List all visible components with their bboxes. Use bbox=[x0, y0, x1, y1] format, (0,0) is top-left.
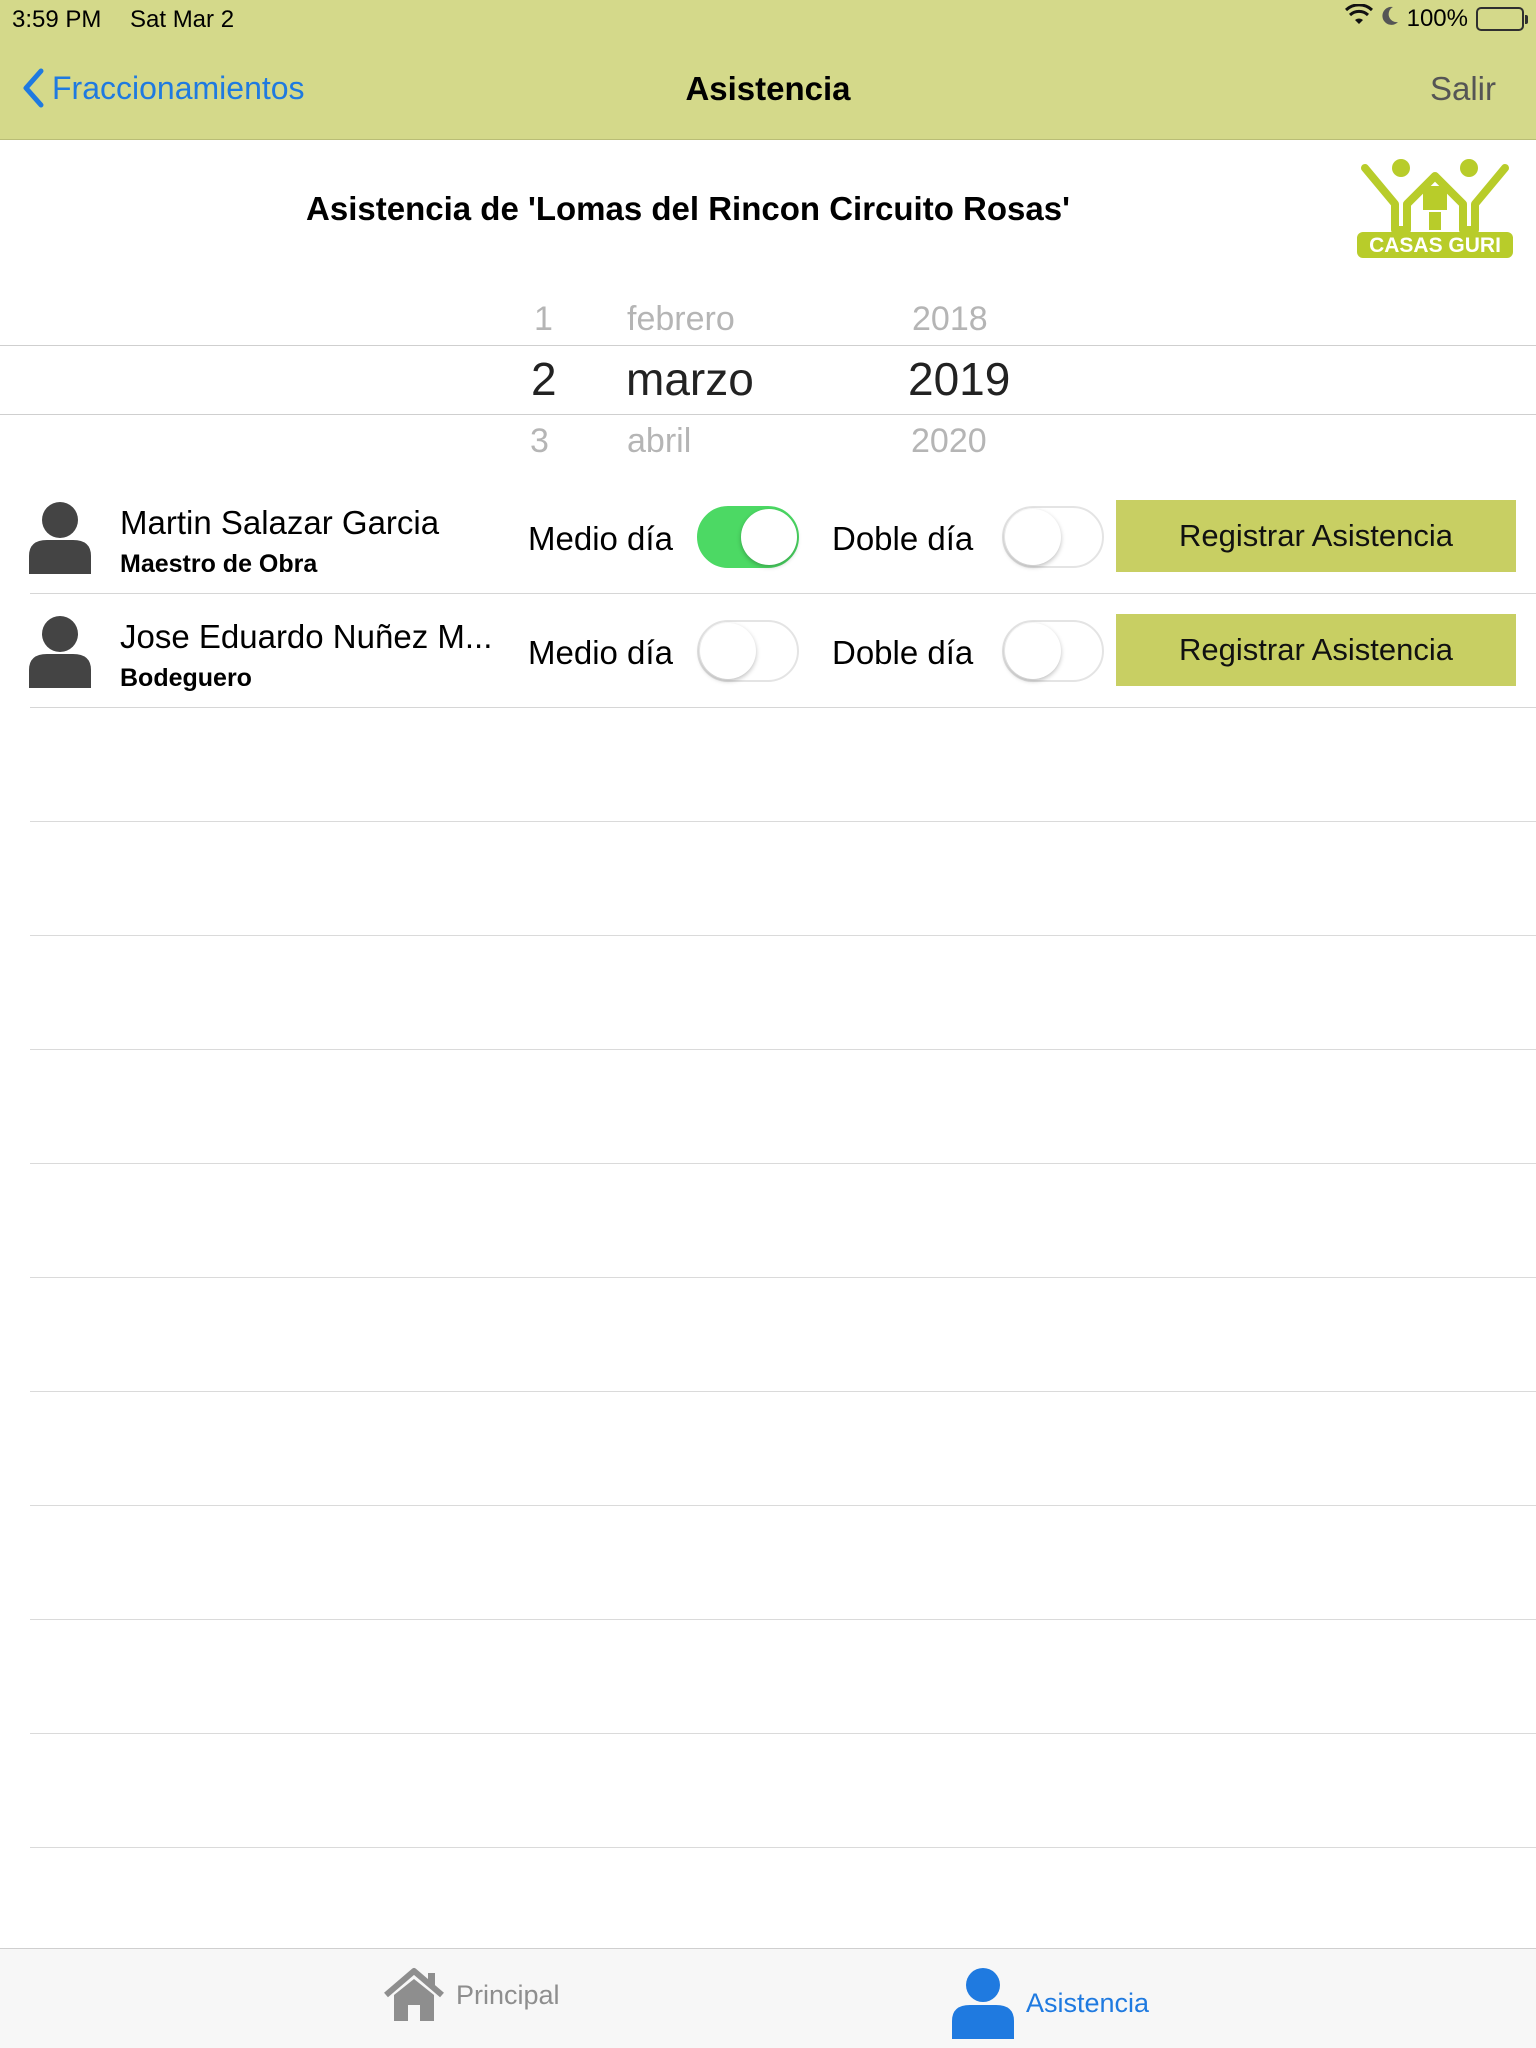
status-right: 100% bbox=[1344, 3, 1528, 33]
svg-text:CASAS GURI: CASAS GURI bbox=[1369, 234, 1501, 257]
moon-icon bbox=[1381, 5, 1399, 33]
tab-asistencia-label: Asistencia bbox=[1026, 1987, 1150, 2018]
picker-month-next[interactable]: abril bbox=[627, 422, 691, 461]
half-day-toggle[interactable] bbox=[697, 506, 799, 568]
logout-button[interactable]: Salir bbox=[1430, 70, 1496, 108]
employee-row: Martin Salazar Garcia Maestro de Obra Me… bbox=[0, 480, 1536, 594]
tab-asistencia[interactable]: Asistencia bbox=[950, 1967, 1149, 2039]
tab-bar: Principal Asistencia bbox=[0, 1948, 1536, 2048]
person-icon bbox=[29, 502, 91, 574]
picker-day-next[interactable]: 3 bbox=[530, 422, 549, 461]
tab-principal[interactable]: Principal bbox=[382, 1967, 560, 2023]
status-date: Sat Mar 2 bbox=[130, 6, 235, 33]
wifi-icon bbox=[1344, 3, 1373, 33]
double-day-label: Doble día bbox=[832, 634, 974, 671]
top-bar: 3:59 PM Sat Mar 2 100% Fraccionamientos … bbox=[0, 0, 1536, 140]
status-bar: 3:59 PM Sat Mar 2 100% bbox=[0, 0, 1536, 40]
double-day-label: Doble día bbox=[832, 520, 974, 557]
status-time: 3:59 PM bbox=[12, 6, 102, 33]
picker-year-prev[interactable]: 2018 bbox=[912, 300, 988, 339]
register-attendance-button[interactable]: Registrar Asistencia bbox=[1116, 500, 1516, 572]
employee-row: Jose Eduardo Nuñez M... Bodeguero Medio … bbox=[0, 594, 1536, 708]
house-icon bbox=[384, 1968, 444, 2021]
battery-icon bbox=[1476, 6, 1528, 31]
picker-year-next[interactable]: 2020 bbox=[911, 422, 987, 461]
half-day-label: Medio día bbox=[528, 634, 673, 671]
employee-role: Bodeguero bbox=[120, 664, 252, 692]
employee-role: Maestro de Obra bbox=[120, 550, 318, 578]
register-attendance-button[interactable]: Registrar Asistencia bbox=[1116, 614, 1516, 686]
date-picker[interactable]: 1 febrero 2018 2 marzo 2019 3 abril 2020 bbox=[0, 290, 1536, 470]
person-icon bbox=[952, 1968, 1014, 2039]
double-day-toggle[interactable] bbox=[1002, 506, 1104, 568]
picker-month-prev[interactable]: febrero bbox=[627, 300, 735, 339]
picker-year-selected[interactable]: 2019 bbox=[908, 352, 1010, 406]
half-day-toggle[interactable] bbox=[697, 620, 799, 682]
half-day-label: Medio día bbox=[528, 520, 673, 557]
double-day-toggle[interactable] bbox=[1002, 620, 1104, 682]
picker-day-selected[interactable]: 2 bbox=[531, 352, 557, 406]
tab-principal-label: Principal bbox=[456, 1979, 560, 2010]
nav-bar: Fraccionamientos Asistencia Salir bbox=[0, 40, 1536, 140]
casas-guri-logo: CASAS GURI bbox=[1355, 156, 1515, 260]
person-icon bbox=[29, 616, 91, 688]
employee-name: Martin Salazar Garcia bbox=[120, 504, 440, 541]
picker-month-selected[interactable]: marzo bbox=[626, 352, 754, 406]
employee-name: Jose Eduardo Nuñez M... bbox=[120, 618, 493, 655]
nav-title: Asistencia bbox=[685, 70, 851, 107]
page-title: Asistencia de 'Lomas del Rincon Circuito… bbox=[306, 190, 1070, 227]
battery-percent: 100% bbox=[1406, 4, 1468, 32]
picker-day-prev[interactable]: 1 bbox=[534, 300, 553, 339]
employee-list: Martin Salazar Garcia Maestro de Obra Me… bbox=[0, 480, 1536, 708]
